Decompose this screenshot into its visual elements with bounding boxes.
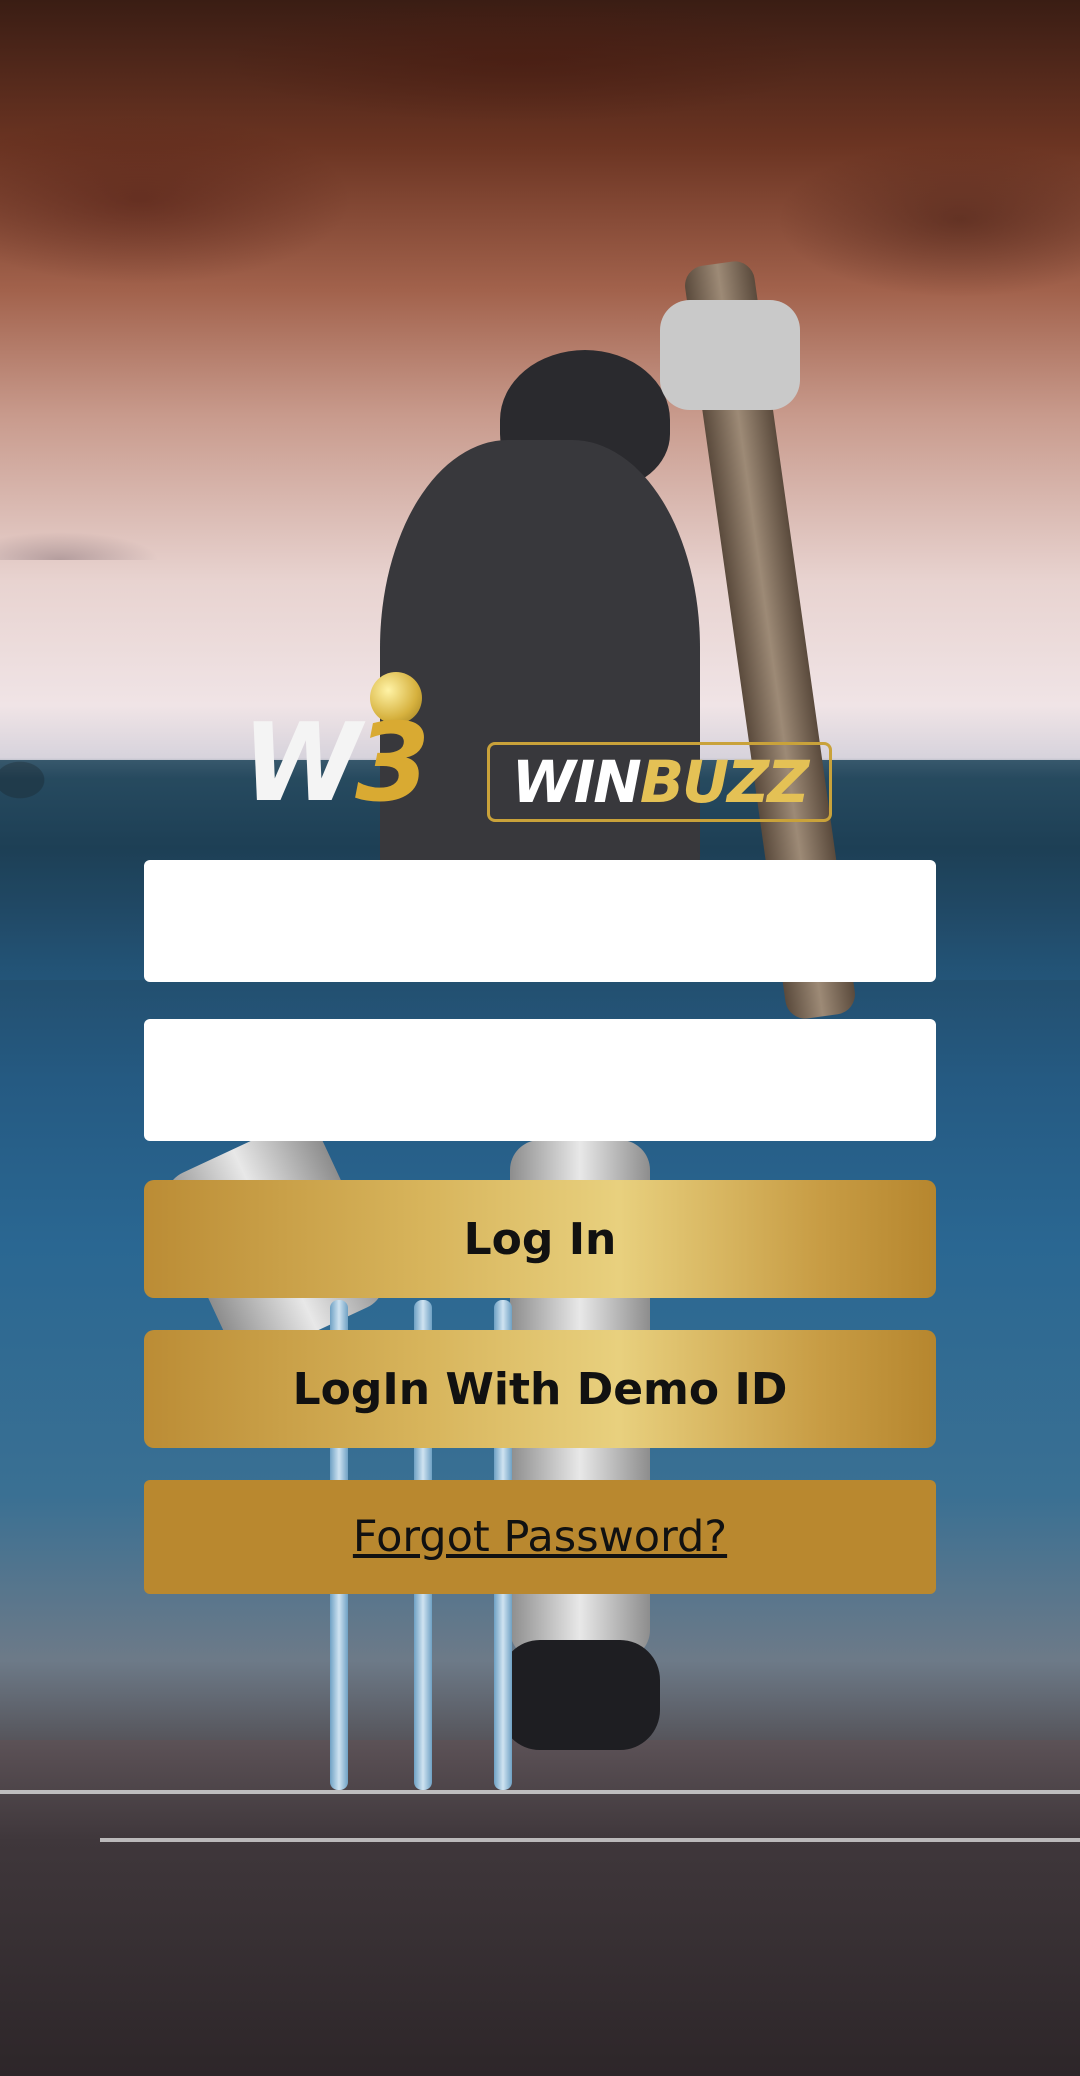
logo-mark: W3 — [242, 701, 430, 826]
winbuzz-logo: W3 WIN BUZZ — [242, 672, 842, 832]
username-input[interactable] — [144, 860, 936, 982]
password-input[interactable] — [144, 1019, 936, 1141]
logo-word-buzz: BUZZ — [639, 748, 809, 816]
pitch-crease-line — [0, 1790, 1080, 1794]
logo-wordmark: WIN BUZZ — [487, 742, 832, 822]
player-glove-illustration — [660, 300, 800, 410]
demo-login-button[interactable]: LogIn With Demo ID — [144, 1330, 936, 1448]
player-shoe-illustration — [500, 1640, 660, 1750]
pitch-crease-line — [100, 1838, 1080, 1842]
logo-word-win: WIN — [511, 748, 642, 816]
login-button[interactable]: Log In — [144, 1180, 936, 1298]
forgot-password-link[interactable]: Forgot Password? — [144, 1480, 936, 1594]
login-screen: W3 WIN BUZZ Log In LogIn With Demo ID For… — [0, 0, 1080, 2076]
